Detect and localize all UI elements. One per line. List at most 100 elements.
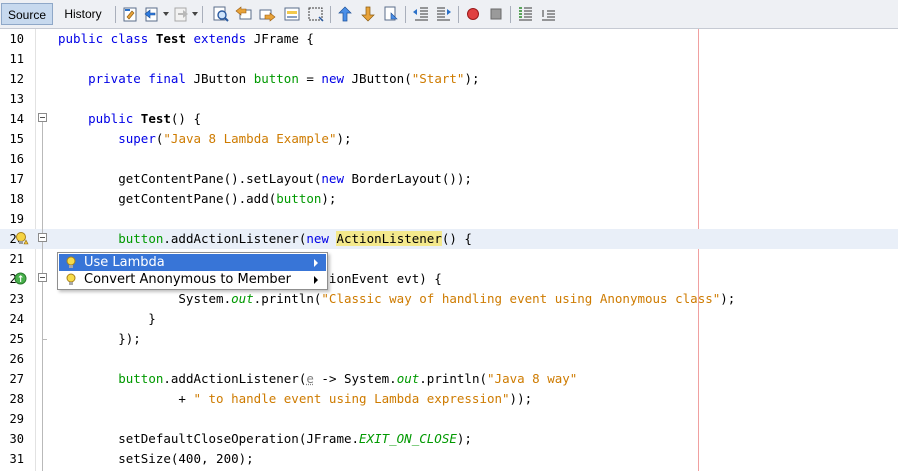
code-token: new — [321, 71, 352, 86]
code-token: )); — [509, 391, 533, 406]
code-token: setDefaultCloseOperation(JFrame. — [58, 431, 360, 446]
fold-toggle-icon[interactable] — [38, 233, 47, 242]
code-line[interactable]: 28 + " to handle event using Lambda expr… — [0, 389, 898, 409]
code-text: private final JButton button = new JButt… — [58, 69, 479, 89]
code-text: setSize(400, 200); — [58, 449, 254, 469]
code-line[interactable]: 15 super("Java 8 Lambda Example"); — [0, 129, 898, 149]
stop-macro-recording-icon[interactable] — [487, 5, 505, 23]
back-icon[interactable] — [143, 5, 161, 23]
line-number: 27 — [9, 372, 24, 386]
code-line[interactable]: 27 button.addActionListener(e -> System.… — [0, 369, 898, 389]
start-macro-recording-icon[interactable] — [464, 5, 482, 23]
back-dropdown-icon[interactable] — [163, 12, 169, 16]
code-token: getContentPane().setLayout( — [58, 171, 322, 186]
code-token: private final — [88, 71, 194, 86]
code-line[interactable]: 20 button.addActionListener(new ActionLi… — [0, 229, 898, 249]
code-line[interactable]: 26 — [0, 349, 898, 369]
code-line[interactable]: 16 — [0, 149, 898, 169]
forward-icon[interactable] — [172, 5, 190, 23]
code-token: Test — [140, 111, 171, 126]
code-token: JButton( — [351, 71, 412, 86]
line-number: 30 — [9, 432, 24, 446]
code-line[interactable]: 14 public Test() { — [0, 109, 898, 129]
code-token: JFrame { — [253, 31, 314, 46]
comment-icon[interactable] — [516, 5, 534, 23]
lightbulb-icon — [66, 273, 76, 286]
code-token: "Java 8 Lambda Example" — [163, 131, 337, 146]
fold-toggle-icon[interactable] — [38, 273, 47, 282]
code-token: ); — [336, 131, 352, 146]
code-editor[interactable]: 10 public class Test extends JFrame {11 12… — [0, 29, 898, 471]
line-number: 10 — [9, 32, 24, 46]
find-previous-icon[interactable] — [235, 5, 253, 23]
tab-history[interactable]: History — [57, 3, 109, 25]
code-line[interactable]: 17 getContentPane().setLayout(new Border… — [0, 169, 898, 189]
tab-source[interactable]: Source — [1, 3, 53, 25]
fold-toggle-icon[interactable] — [38, 113, 47, 122]
code-token: ); — [321, 191, 337, 206]
lightbulb-icon — [66, 256, 76, 269]
line-number: 28 — [9, 392, 24, 406]
line-number: 17 — [9, 172, 24, 186]
menu-item-convert-anonymous-to-member[interactable]: Convert Anonymous to Member — [59, 271, 326, 288]
menu-item-label: Convert Anonymous to Member — [84, 272, 291, 287]
code-line[interactable]: 30 setDefaultCloseOperation(JFrame.EXIT_… — [0, 429, 898, 449]
code-line[interactable]: 18 getContentPane().add(button); — [0, 189, 898, 209]
code-line[interactable]: 25 }); — [0, 329, 898, 349]
shift-right-icon[interactable] — [435, 5, 453, 23]
editor-toolbar: Source History — [0, 0, 898, 29]
code-token: new — [306, 231, 337, 246]
code-text: } — [58, 309, 156, 329]
line-number: 29 — [9, 412, 24, 426]
shift-left-icon[interactable] — [412, 5, 430, 23]
code-token: setSize(400, 200); — [58, 451, 254, 466]
code-token: button — [253, 71, 299, 86]
code-line[interactable]: 11 — [0, 49, 898, 69]
code-line[interactable]: 23 System.out.println("Classic way of ha… — [0, 289, 898, 309]
menu-item-use-lambda[interactable]: Use Lambda — [59, 254, 326, 271]
code-token: JButton — [193, 71, 254, 86]
toggle-bookmark-icon[interactable] — [382, 5, 400, 23]
line-number: 26 — [9, 352, 24, 366]
code-token: public — [88, 111, 141, 126]
line-number: 23 — [9, 292, 24, 306]
code-token: System. — [58, 291, 232, 306]
code-line[interactable]: 19 — [0, 209, 898, 229]
code-token: getContentPane().add( — [58, 191, 277, 206]
override-method-icon[interactable]: ↑ — [14, 272, 27, 285]
code-line[interactable]: 24 } — [0, 309, 898, 329]
code-token: Test — [155, 31, 194, 46]
code-line[interactable]: 10 public class Test extends JFrame { — [0, 29, 898, 49]
code-token: e — [306, 371, 314, 386]
code-text: getContentPane().setLayout(new BorderLay… — [58, 169, 472, 189]
hint-lightbulb-icon[interactable] — [15, 231, 29, 247]
toggle-rectangular-selection-icon[interactable] — [307, 5, 325, 23]
last-edit-icon[interactable] — [122, 5, 140, 23]
code-line[interactable]: 13 — [0, 89, 898, 109]
code-line[interactable]: 29 — [0, 409, 898, 429]
find-icon[interactable] — [212, 5, 230, 23]
toggle-highlight-icon[interactable] — [283, 5, 301, 23]
code-token: " to handle event using Lambda expressio… — [193, 391, 510, 406]
line-number: 12 — [9, 72, 24, 86]
next-bookmark-icon[interactable] — [359, 5, 377, 23]
forward-dropdown-icon[interactable] — [192, 12, 198, 16]
code-token: button — [118, 231, 164, 246]
code-token: } — [58, 311, 156, 326]
uncomment-icon[interactable] — [539, 5, 557, 23]
code-token: -> System. — [313, 371, 397, 386]
code-text: System.out.println("Classic way of handl… — [58, 289, 735, 309]
toolbar-separator — [510, 6, 511, 23]
code-line[interactable]: 31 setSize(400, 200); — [0, 449, 898, 469]
line-number: 24 — [9, 312, 24, 326]
previous-bookmark-icon[interactable] — [336, 5, 354, 23]
find-next-icon[interactable] — [258, 5, 276, 23]
code-token: .addActionListener( — [163, 231, 307, 246]
code-line[interactable]: 12 private final JButton button = new JB… — [0, 69, 898, 89]
submenu-arrow-icon — [314, 259, 318, 267]
svg-text:↑: ↑ — [17, 275, 25, 285]
toolbar-separator — [115, 6, 116, 23]
